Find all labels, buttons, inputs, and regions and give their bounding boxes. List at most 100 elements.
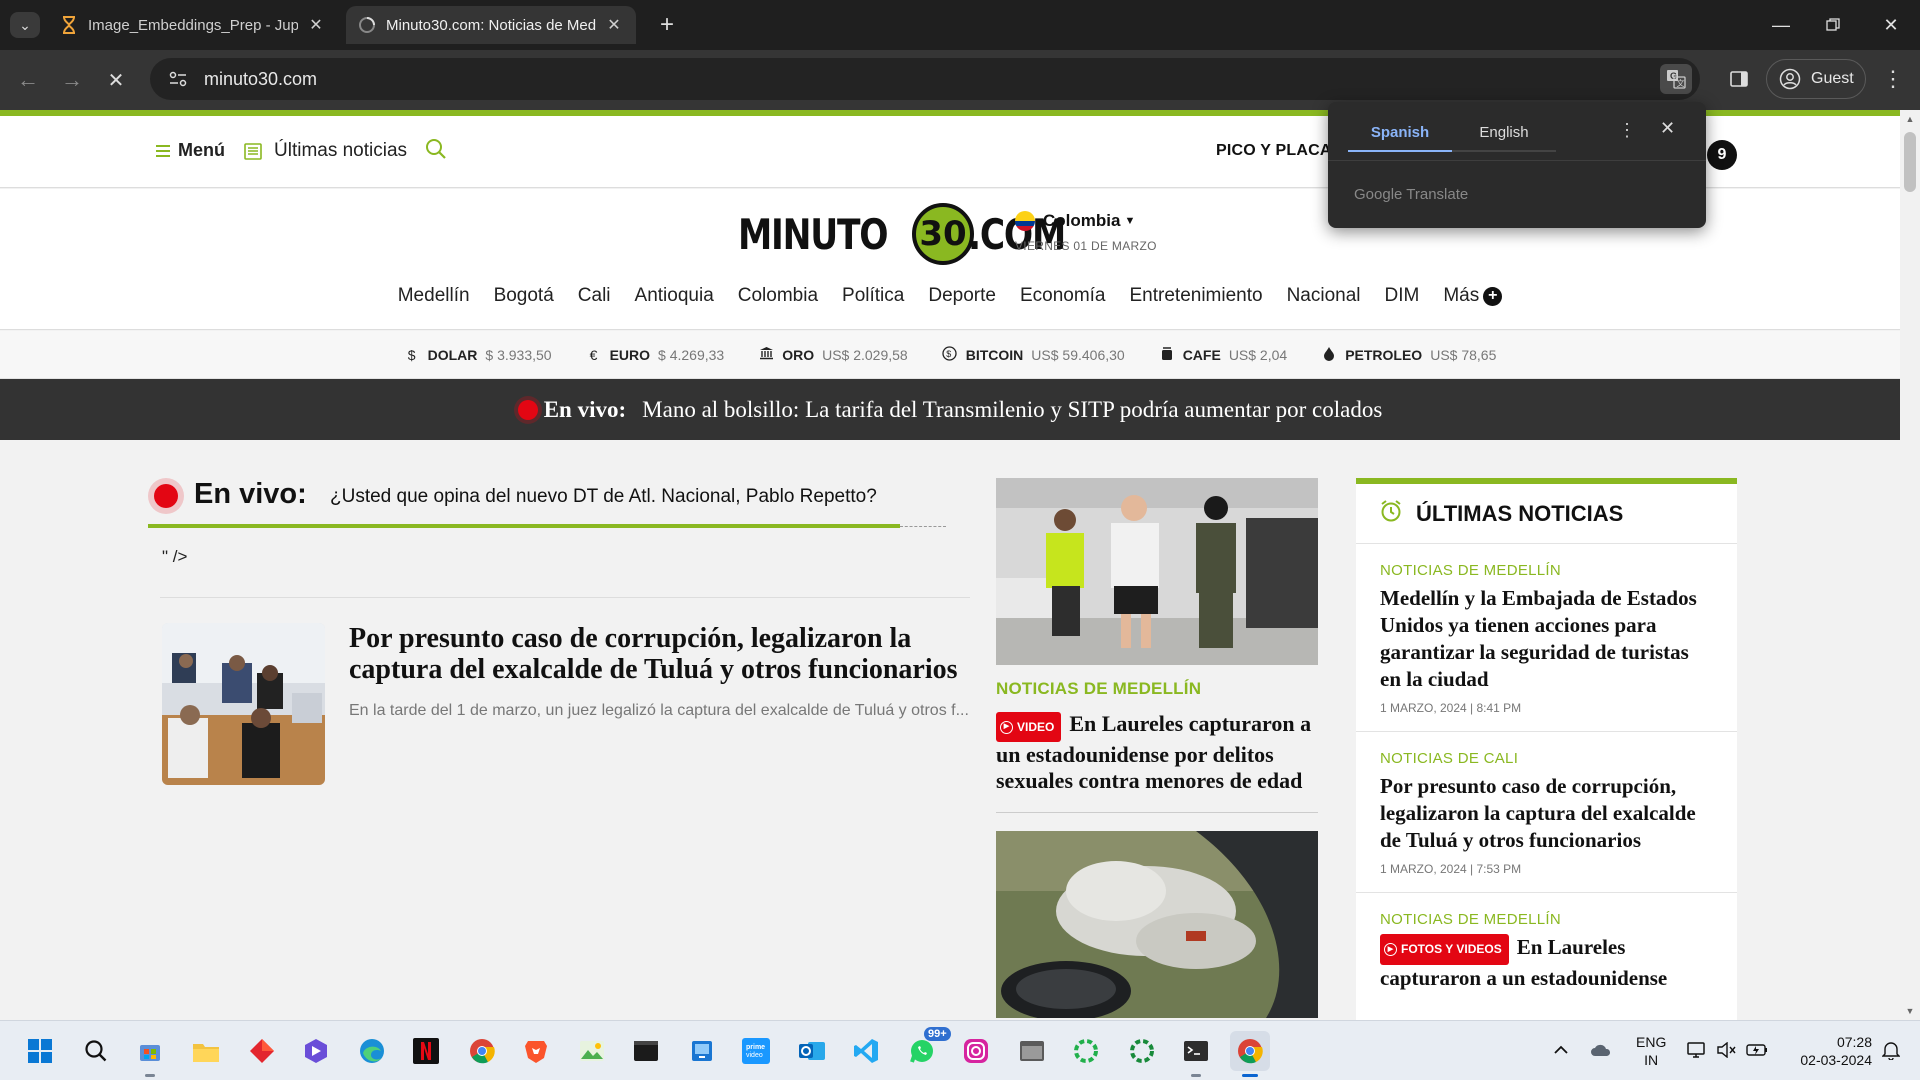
country-selector[interactable]: Colombia ▼ (1015, 211, 1135, 231)
file-explorer-icon[interactable] (186, 1031, 226, 1071)
nav-nacional[interactable]: Nacional (1275, 285, 1373, 307)
nav-antioquia[interactable]: Antioquia (623, 285, 726, 307)
pico-y-placa-link[interactable]: PICO Y PLACA (1216, 142, 1332, 160)
scroll-down-icon[interactable]: ▼ (1905, 1006, 1915, 1016)
prime-video-icon[interactable]: prime video (736, 1031, 776, 1071)
app-green-ring-icon[interactable] (1122, 1031, 1162, 1071)
site-settings-icon[interactable] (168, 71, 188, 87)
latest-item[interactable]: NOTICIAS DE MEDELLÍN Medellín y la Embaj… (1356, 544, 1737, 732)
tab-search-button[interactable]: ⌄ (10, 12, 40, 38)
latest-title[interactable]: Por presunto caso de corrupción, legaliz… (1380, 773, 1713, 854)
start-windows-icon[interactable] (20, 1031, 60, 1071)
search-icon[interactable] (425, 138, 447, 165)
browser-menu-icon[interactable]: ⋮ (1880, 64, 1906, 94)
volume-muted-icon[interactable] (1716, 1039, 1738, 1061)
cloud-icon[interactable] (1590, 1039, 1612, 1061)
tab-jupyter[interactable]: Image_Embeddings_Prep - Jupyter ✕ (48, 6, 338, 44)
nav-entretenimiento[interactable]: Entretenimiento (1118, 285, 1275, 307)
address-bar[interactable]: minuto30.com (150, 58, 1700, 100)
app-purple-icon[interactable] (296, 1031, 336, 1071)
close-icon[interactable]: ✕ (1660, 118, 1675, 139)
terminal-window-icon[interactable] (626, 1031, 666, 1071)
colombia-flag-icon (1015, 211, 1035, 231)
app-blue-icon[interactable] (682, 1031, 722, 1071)
nav-politica[interactable]: Política (830, 285, 916, 307)
close-tab-icon[interactable]: ✕ (604, 15, 624, 35)
story-thumbnail[interactable] (162, 623, 325, 785)
live-poll[interactable]: En vivo: ¿Usted que opina del nuevo DT d… (148, 470, 968, 530)
app-green-ring-icon[interactable] (1066, 1031, 1106, 1071)
tab-english[interactable]: English (1452, 114, 1556, 152)
nav-dim[interactable]: DIM (1373, 285, 1432, 307)
chevron-up-icon[interactable] (1550, 1039, 1572, 1061)
whatsapp-icon[interactable]: 99+ (902, 1027, 951, 1071)
tab-minuto30[interactable]: Minuto30.com: Noticias de Medellín ✕ (346, 6, 636, 44)
new-tab-button[interactable]: + (652, 10, 682, 40)
nav-deporte[interactable]: Deporte (916, 285, 1008, 307)
nav-more[interactable]: Más + (1431, 285, 1514, 307)
url-text: minuto30.com (204, 68, 318, 89)
tab-spanish[interactable]: Spanish (1348, 114, 1452, 152)
terminal-icon[interactable] (1176, 1031, 1216, 1077)
stop-loading-button[interactable]: ✕ (100, 64, 132, 96)
featured-kicker[interactable]: NOTICIAS DE MEDELLÍN (996, 679, 1318, 699)
arrest-photo[interactable] (996, 478, 1318, 665)
site-logo[interactable]: MINUTO 30 .COM (738, 199, 1086, 269)
notification-bell-icon[interactable] (1880, 1039, 1902, 1061)
clock[interactable]: 07:28 02-03-2024 (1782, 1033, 1872, 1069)
latest-headline[interactable]: ▶ FOTOS Y VIDEOS En Laureles capturaron a … (1380, 934, 1713, 992)
wildfire-photo[interactable] (996, 831, 1318, 1018)
chrome-icon[interactable] (462, 1031, 502, 1071)
close-window-button[interactable]: ✕ (1868, 8, 1914, 42)
chrome-icon[interactable] (1230, 1031, 1270, 1077)
restore-button[interactable] (1810, 8, 1856, 42)
netflix-icon[interactable] (406, 1031, 446, 1071)
close-tab-icon[interactable]: ✕ (306, 15, 326, 35)
nav-cali[interactable]: Cali (566, 285, 623, 307)
brave-icon[interactable] (516, 1031, 556, 1071)
latest-kicker[interactable]: NOTICIAS DE MEDELLÍN (1380, 911, 1713, 928)
latest-item[interactable]: NOTICIAS DE CALI Por presunto caso de co… (1356, 732, 1737, 893)
scroll-up-icon[interactable]: ▲ (1905, 114, 1915, 124)
translate-icon[interactable]: G文 (1660, 64, 1692, 94)
page-scrollbar[interactable]: ▲ ▼ (1900, 110, 1920, 1020)
nav-medellin[interactable]: Medellín (386, 285, 482, 307)
nav-economia[interactable]: Economía (1008, 285, 1118, 307)
story-card[interactable]: Por presunto caso de corrupción, legaliz… (162, 623, 972, 788)
featured-headline[interactable]: ▶ VIDEO En Laureles capturaron a un estado… (996, 711, 1318, 794)
forward-button[interactable]: → (56, 64, 88, 96)
latest-news-link[interactable]: Últimas noticias (244, 140, 407, 162)
app-window-icon[interactable] (1012, 1031, 1052, 1071)
profile-button[interactable]: Guest (1766, 59, 1866, 99)
instagram-icon[interactable] (956, 1031, 996, 1071)
menu-button[interactable]: Menú (156, 140, 225, 161)
input-language[interactable]: ENG IN (1636, 1033, 1666, 1069)
nav-bogota[interactable]: Bogotá (482, 285, 566, 307)
app-red-diamond-icon[interactable] (242, 1031, 282, 1071)
nav-colombia[interactable]: Colombia (726, 285, 830, 307)
live-banner[interactable]: En vivo: Mano al bolsillo: La tarifa del… (0, 379, 1900, 440)
back-button[interactable]: ← (12, 64, 44, 96)
photo-app-icon[interactable] (572, 1031, 612, 1071)
latest-kicker[interactable]: NOTICIAS DE MEDELLÍN (1380, 562, 1713, 579)
latest-title[interactable]: Medellín y la Embajada de Estados Unidos… (1380, 585, 1713, 693)
scrollbar-thumb[interactable] (1904, 132, 1916, 192)
latest-kicker[interactable]: NOTICIAS DE CALI (1380, 750, 1713, 767)
notification-badge[interactable]: 9 (1707, 140, 1737, 170)
search-icon[interactable] (76, 1031, 116, 1071)
network-icon[interactable] (1686, 1039, 1708, 1061)
translate-options-icon[interactable]: ⋮ (1618, 120, 1636, 141)
ticker-item: CAFE US$ 2,04 (1159, 346, 1287, 364)
dollar-icon: $ (407, 346, 416, 363)
latest-item[interactable]: NOTICIAS DE MEDELLÍN ▶ FOTOS Y VIDEOS En L… (1356, 893, 1737, 992)
store-icon[interactable] (130, 1031, 170, 1077)
hamburger-icon (156, 144, 170, 157)
outlook-icon[interactable] (792, 1031, 832, 1071)
story-title[interactable]: Por presunto caso de corrupción, legaliz… (349, 623, 979, 685)
edge-icon[interactable] (352, 1031, 392, 1071)
ticker-value: US$ 2.029,58 (822, 346, 908, 363)
side-panel-icon[interactable] (1724, 64, 1754, 94)
vscode-icon[interactable] (846, 1031, 886, 1071)
minimize-button[interactable]: — (1758, 8, 1804, 42)
battery-charging-icon[interactable] (1746, 1039, 1768, 1061)
